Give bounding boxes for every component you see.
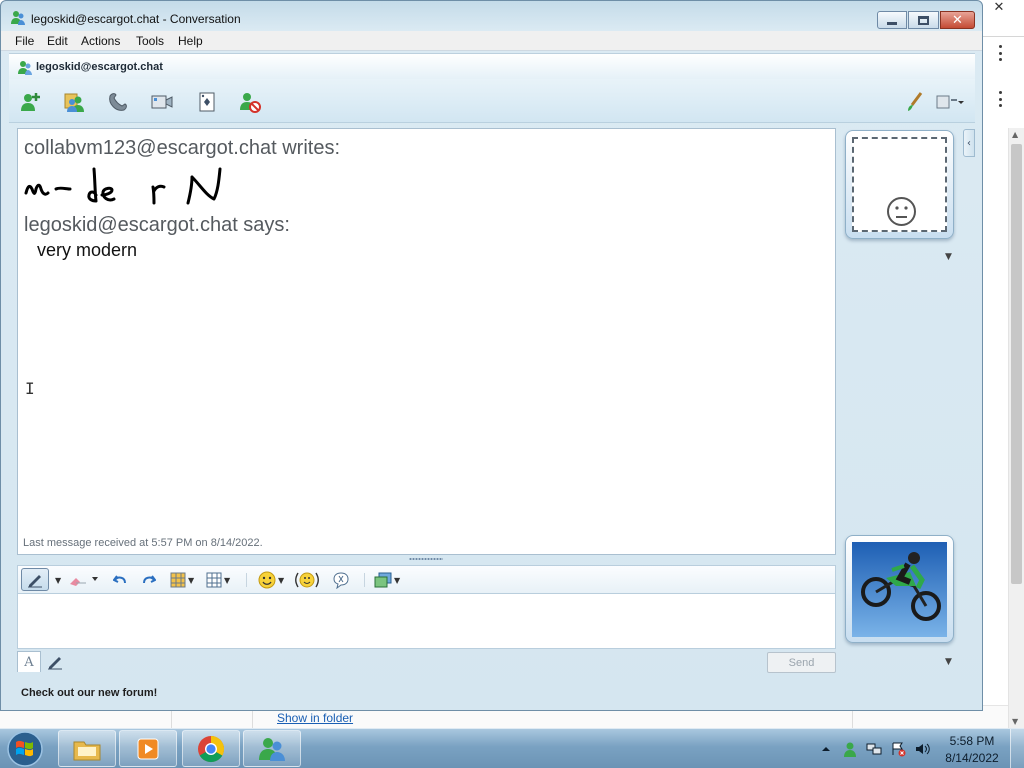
background-more-icon[interactable] bbox=[997, 91, 1003, 107]
taskbar-messenger[interactable] bbox=[243, 730, 301, 767]
collapse-pane-icon[interactable]: ‹ bbox=[963, 129, 975, 157]
wink-icon[interactable] bbox=[295, 571, 319, 589]
conversation-history[interactable]: collabvm123@escargot.chat writes: legosk… bbox=[17, 128, 836, 555]
maximize-icon bbox=[918, 15, 929, 25]
scroll-thumb[interactable] bbox=[1011, 144, 1022, 584]
windows-explorer-icon bbox=[73, 741, 101, 760]
motocross-picture bbox=[852, 542, 947, 637]
eraser-icon[interactable] bbox=[68, 571, 98, 589]
taskbar-explorer[interactable] bbox=[58, 730, 116, 767]
toolbar-separator bbox=[364, 573, 365, 587]
taskbar: 5:58 PM 8/14/2022 bbox=[0, 728, 1024, 768]
contact-header: legoskid@escargot.chat bbox=[9, 53, 975, 79]
clock-date[interactable]: 8/14/2022 bbox=[942, 751, 1002, 765]
contact-name[interactable]: legoskid@escargot.chat bbox=[36, 61, 163, 73]
games-icon[interactable] bbox=[195, 90, 219, 114]
menu-bar: File Edit Actions Tools Help bbox=[1, 31, 982, 51]
share-files-icon[interactable] bbox=[63, 90, 87, 114]
pen-icon bbox=[48, 657, 62, 670]
network-icon[interactable] bbox=[866, 741, 882, 757]
neutral-face-icon bbox=[887, 197, 916, 226]
media-player-icon bbox=[137, 738, 159, 759]
message-header: legoskid@escargot.chat says: bbox=[24, 214, 290, 236]
minimize-button[interactable] bbox=[877, 11, 907, 29]
action-center-icon[interactable] bbox=[890, 741, 906, 757]
maximize-button[interactable] bbox=[908, 11, 939, 29]
block-icon[interactable] bbox=[238, 90, 262, 114]
text-cursor-icon: I bbox=[25, 379, 35, 398]
own-picture-dropdown-icon[interactable]: ▼ bbox=[945, 657, 952, 667]
message-input[interactable] bbox=[17, 593, 836, 649]
empty-display-picture bbox=[852, 137, 947, 232]
ink-message-drawing bbox=[24, 167, 222, 205]
ink-mode-tab[interactable] bbox=[45, 653, 65, 671]
background-close-icon[interactable]: ✕ bbox=[990, 0, 1008, 16]
close-icon: ✕ bbox=[952, 12, 963, 28]
close-button[interactable]: ✕ bbox=[940, 11, 975, 29]
menu-tools[interactable]: Tools bbox=[136, 34, 164, 48]
font-dropdown-icon[interactable]: ▼ bbox=[53, 571, 61, 589]
system-tray: 5:58 PM 8/14/2022 bbox=[818, 729, 1024, 768]
toolbar-separator bbox=[246, 573, 247, 587]
format-toolbar: ▼ ▼ ▼ ▼ ▼ bbox=[17, 565, 836, 593]
last-message-received: Last message received at 5:57 PM on 8/14… bbox=[23, 537, 263, 549]
menu-actions[interactable]: Actions bbox=[81, 34, 120, 48]
forum-link[interactable]: Check out our new forum! bbox=[21, 687, 157, 699]
input-mode-tabs: A bbox=[17, 651, 77, 673]
own-display-picture[interactable] bbox=[845, 535, 954, 643]
show-desktop-button[interactable] bbox=[1010, 729, 1024, 768]
clock-time[interactable]: 5:58 PM bbox=[942, 734, 1002, 748]
scroll-up-icon[interactable]: ▲ bbox=[1012, 130, 1018, 139]
text-mode-tab[interactable]: A bbox=[17, 651, 41, 672]
video-icon[interactable] bbox=[150, 90, 174, 114]
menu-file[interactable]: File bbox=[15, 34, 34, 48]
contact-status-icon bbox=[18, 61, 32, 75]
background-color-icon[interactable]: ▼ bbox=[170, 571, 194, 589]
contact-picture-dropdown-icon[interactable]: ▼ bbox=[945, 252, 952, 262]
contact-display-picture[interactable] bbox=[845, 130, 954, 239]
pen-icon bbox=[28, 574, 42, 587]
font-button[interactable] bbox=[21, 568, 49, 591]
message-body: very modern bbox=[37, 240, 138, 260]
volume-icon[interactable] bbox=[914, 741, 930, 757]
messenger-buddy-icon bbox=[11, 11, 25, 25]
start-button[interactable] bbox=[4, 730, 46, 768]
menu-edit[interactable]: Edit bbox=[47, 34, 68, 48]
conversation-toolbar bbox=[9, 79, 975, 123]
emoticon-icon[interactable]: ▼ bbox=[258, 571, 284, 589]
messenger-tray-icon[interactable] bbox=[842, 741, 858, 757]
scroll-down-icon[interactable]: ▼ bbox=[1012, 717, 1018, 726]
grid-icon[interactable]: ▼ bbox=[206, 571, 230, 589]
activities-icon[interactable] bbox=[935, 90, 965, 114]
title-bar[interactable]: legoskid@escargot.chat - Conversation ✕ bbox=[1, 1, 982, 31]
message-header: collabvm123@escargot.chat writes: bbox=[24, 137, 340, 159]
menu-help[interactable]: Help bbox=[178, 34, 203, 48]
send-button[interactable]: Send bbox=[767, 652, 836, 673]
window-title: legoskid@escargot.chat - Conversation bbox=[31, 12, 241, 26]
taskbar-media-player[interactable] bbox=[119, 730, 177, 767]
nudge-icon[interactable] bbox=[332, 571, 350, 589]
conversation-window: legoskid@escargot.chat - Conversation ✕ … bbox=[0, 0, 983, 711]
show-in-folder-link[interactable]: Show in folder bbox=[277, 711, 353, 725]
paint-brush-icon[interactable] bbox=[905, 90, 925, 114]
pane-splitter[interactable] bbox=[409, 557, 443, 561]
taskbar-chrome[interactable] bbox=[182, 730, 240, 767]
status-bar: Check out our new forum! bbox=[9, 681, 975, 703]
chrome-icon bbox=[198, 735, 225, 762]
send-picture-icon[interactable]: ▼ bbox=[374, 571, 400, 589]
undo-icon[interactable] bbox=[113, 571, 127, 589]
minimize-icon bbox=[887, 21, 897, 25]
background-divider bbox=[983, 36, 1024, 37]
show-hidden-icons-icon[interactable] bbox=[820, 741, 832, 757]
background-scrollbar[interactable]: ▲ ▼ bbox=[1008, 128, 1024, 728]
call-icon[interactable] bbox=[107, 90, 131, 114]
messenger-icon bbox=[259, 737, 285, 761]
invite-contact-icon[interactable] bbox=[19, 90, 43, 114]
redo-icon[interactable] bbox=[142, 571, 156, 589]
background-menu-icon[interactable] bbox=[997, 45, 1003, 61]
